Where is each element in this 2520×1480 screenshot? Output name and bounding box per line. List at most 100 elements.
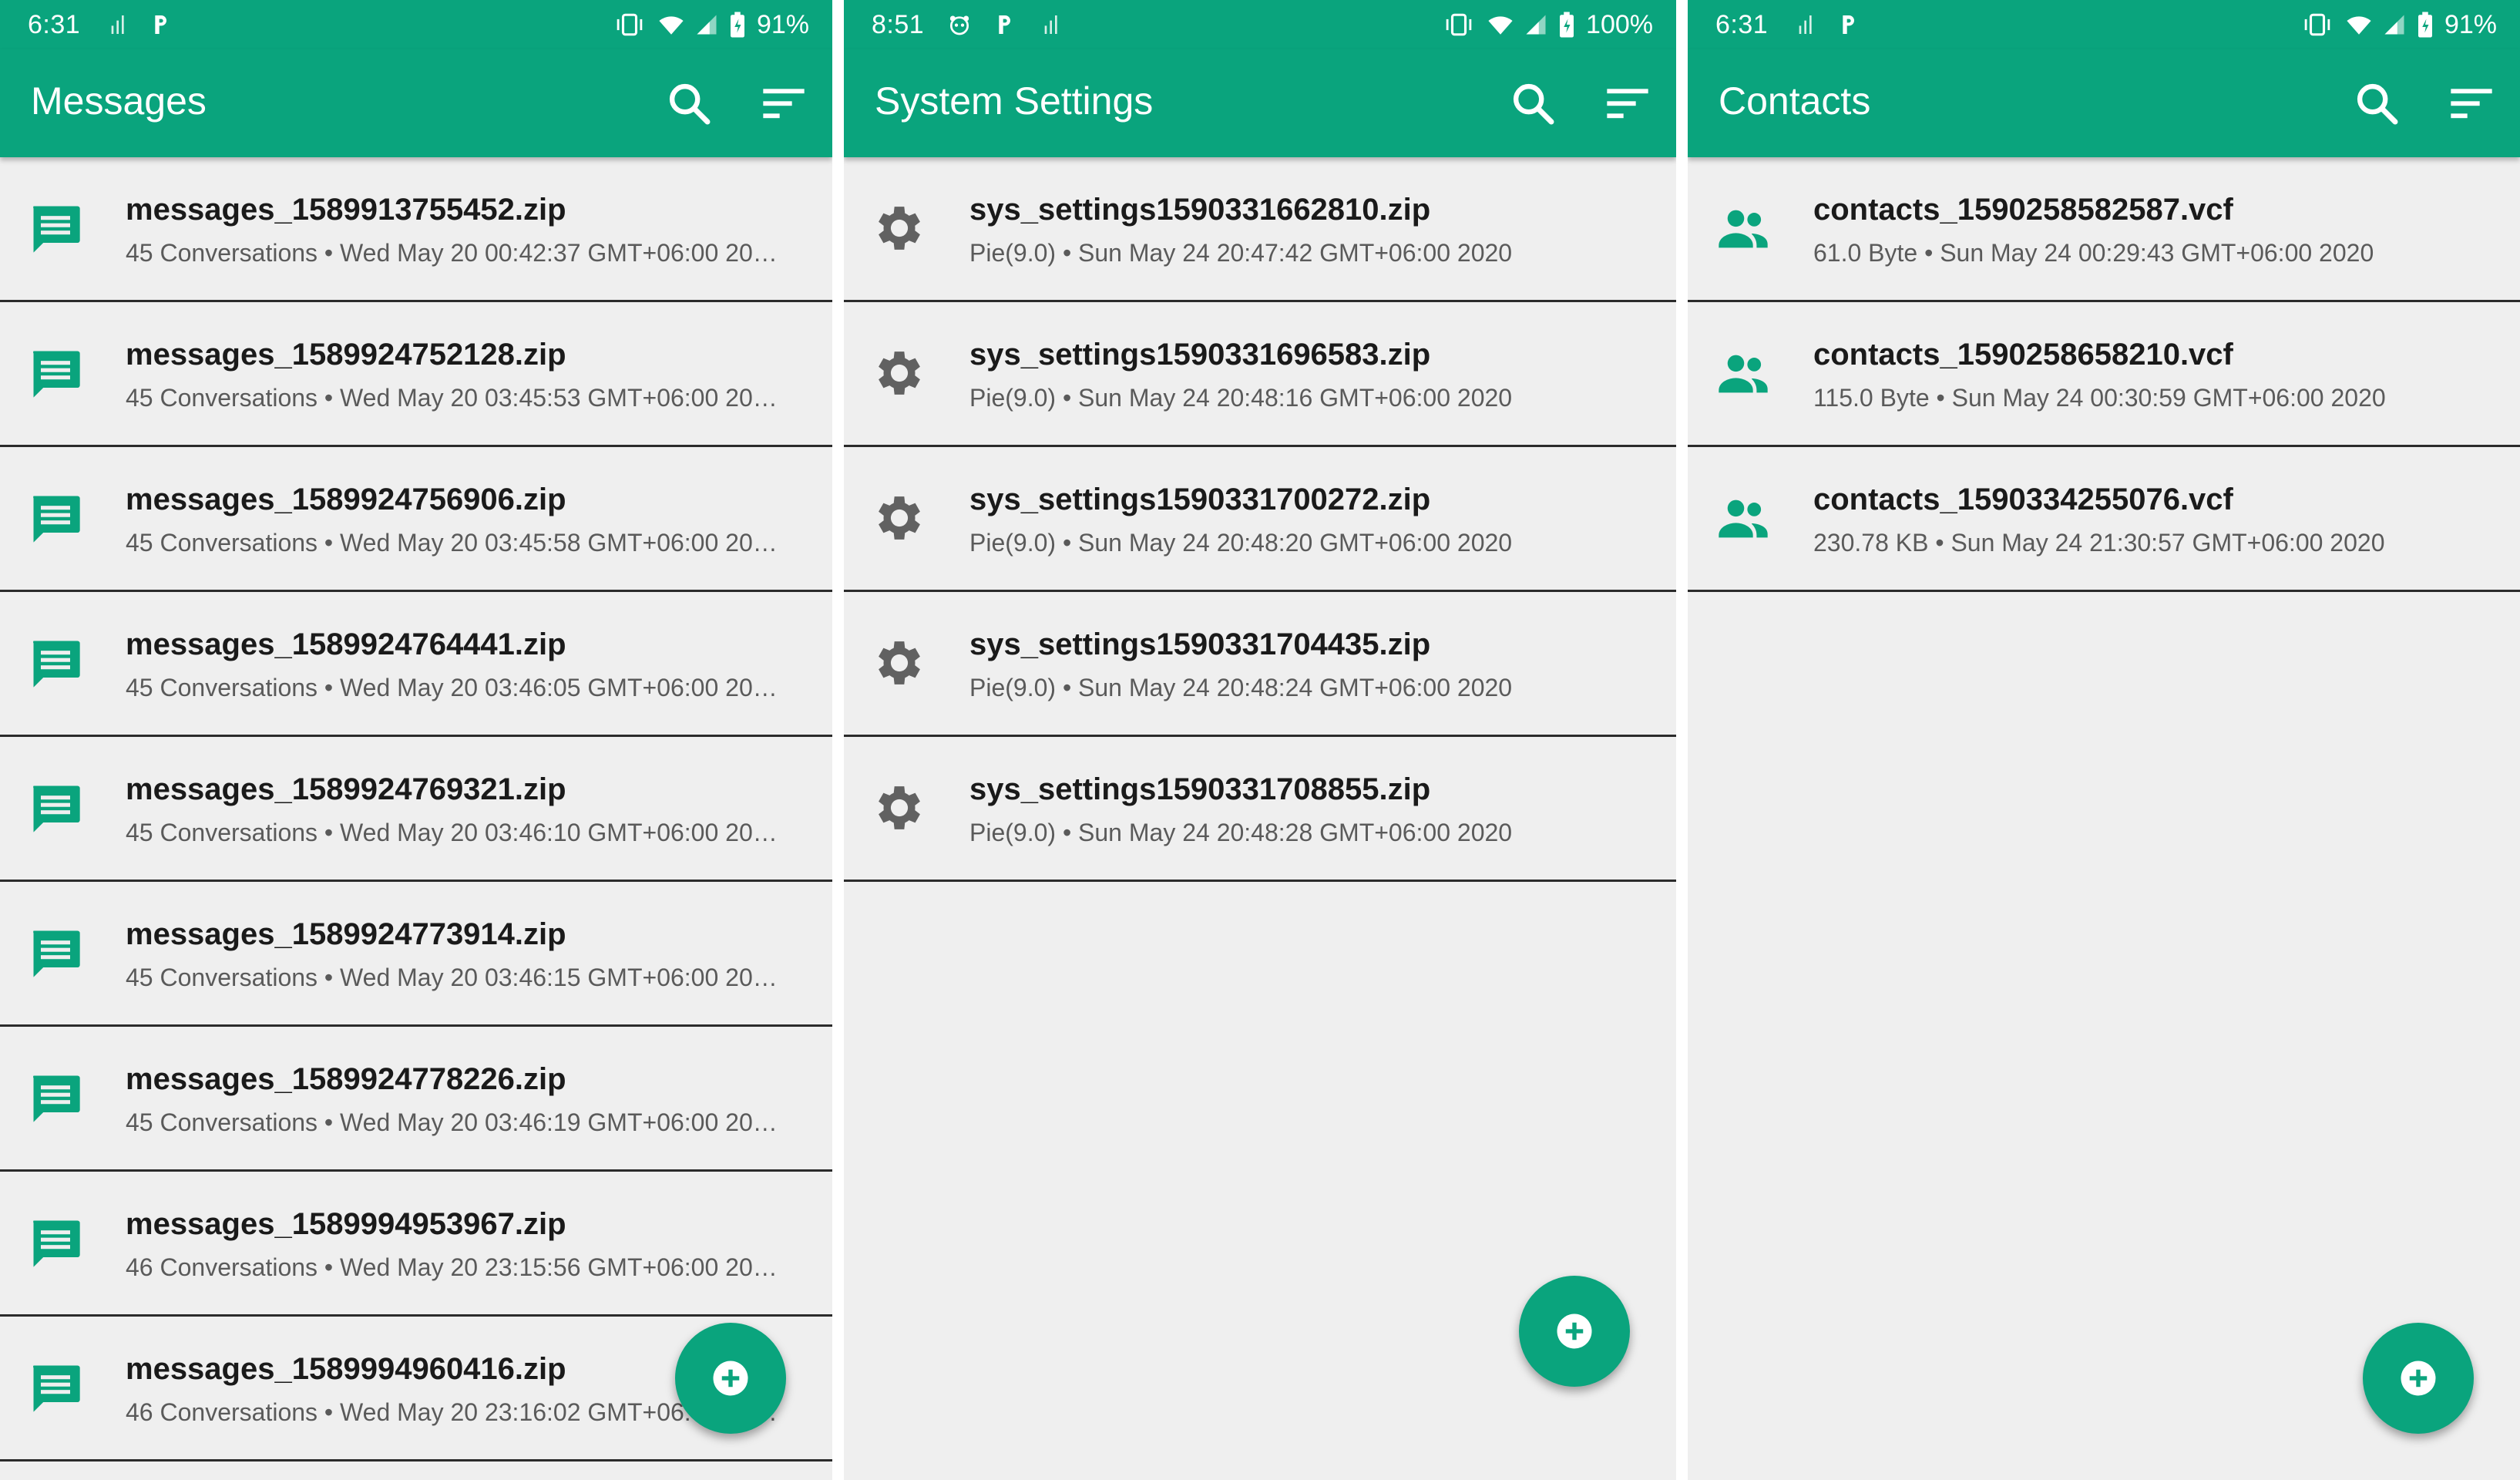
list-item[interactable]: messages_1589924778226.zip 45 Conversatio… bbox=[0, 1027, 832, 1172]
backup-list: contacts_1590258582587.vcf 61.0 Byte • Su… bbox=[1688, 157, 2520, 592]
list-item[interactable]: messages_1589913755452.zip 45 Conversatio… bbox=[0, 157, 832, 302]
message-icon bbox=[26, 199, 85, 257]
list-item[interactable]: sys_settings1590331704435.zip Pie(9.0) • … bbox=[844, 592, 1676, 737]
no-signal-icon bbox=[1044, 15, 1057, 34]
item-detail: 45 Conversations • Wed May 20 00:42:37 G… bbox=[126, 239, 778, 267]
list-item[interactable]: messages_1589924769321.zip 45 Conversatio… bbox=[0, 737, 832, 882]
contacts-screen: 6:31 91% Contacts contacts_1590258582587… bbox=[1688, 0, 2520, 1480]
sort-filter-icon[interactable] bbox=[759, 79, 808, 128]
item-detail: Pie(9.0) • Sun May 24 20:48:24 GMT+06:00… bbox=[969, 674, 1513, 701]
gear-icon bbox=[870, 634, 929, 692]
message-icon bbox=[26, 344, 85, 402]
status-time: 8:51 bbox=[872, 9, 925, 39]
vibrate-icon bbox=[2304, 13, 2330, 36]
item-detail: 230.78 KB • Sun May 24 21:30:57 GMT+06:0… bbox=[1813, 529, 2385, 557]
item-name: contacts_1590258582587.vcf bbox=[1813, 193, 2233, 227]
add-backup-button[interactable] bbox=[675, 1323, 786, 1434]
item-detail: 46 Conversations • Wed May 20 23:15:56 G… bbox=[126, 1253, 778, 1281]
item-name: messages_1589994953967.zip bbox=[126, 1207, 566, 1241]
item-name: sys_settings1590331708855.zip bbox=[969, 772, 1431, 806]
gear-icon bbox=[870, 199, 929, 257]
item-name: messages_1589924764441.zip bbox=[126, 627, 566, 661]
item-detail: 45 Conversations • Wed May 20 03:46:15 G… bbox=[126, 964, 778, 991]
list-item[interactable]: sys_settings1590331708855.zip Pie(9.0) • … bbox=[844, 737, 1676, 882]
cell-signal-icon bbox=[2384, 15, 2404, 35]
message-icon bbox=[26, 1358, 85, 1417]
message-icon bbox=[26, 923, 85, 982]
cell-signal-icon bbox=[1526, 15, 1546, 35]
page-title: Messages bbox=[31, 79, 207, 123]
item-detail: 45 Conversations • Wed May 20 03:45:53 G… bbox=[126, 384, 778, 412]
item-name: messages_1589913755452.zip bbox=[126, 193, 566, 227]
sort-filter-icon[interactable] bbox=[2447, 79, 2496, 128]
toolbar: Messages bbox=[0, 49, 832, 157]
page-title: System Settings bbox=[875, 79, 1154, 123]
battery-level: 100% bbox=[1586, 9, 1653, 39]
item-name: messages_1589924778226.zip bbox=[126, 1062, 566, 1096]
item-name: messages_1589924752128.zip bbox=[126, 338, 566, 372]
plus-icon bbox=[2397, 1357, 2439, 1399]
message-icon bbox=[26, 1213, 85, 1272]
gear-icon bbox=[870, 779, 929, 837]
list-item[interactable]: messages_1589924756906.zip 45 Conversatio… bbox=[0, 447, 832, 592]
item-name: messages_1589924756906.zip bbox=[126, 483, 566, 516]
list-item[interactable]: contacts_1590258658210.vcf 115.0 Byte • S… bbox=[1688, 302, 2520, 447]
item-detail: Pie(9.0) • Sun May 24 20:48:28 GMT+06:00… bbox=[969, 819, 1513, 846]
item-detail: 115.0 Byte • Sun May 24 00:30:59 GMT+06:… bbox=[1813, 384, 2386, 412]
people-icon bbox=[1714, 344, 1772, 402]
list-item[interactable]: sys_settings1590331662810.zip Pie(9.0) • … bbox=[844, 157, 1676, 302]
toolbar: System Settings bbox=[844, 49, 1676, 157]
item-name: sys_settings1590331700272.zip bbox=[969, 483, 1431, 516]
item-detail: 45 Conversations • Wed May 20 03:45:58 G… bbox=[126, 529, 778, 557]
panda-app-icon bbox=[950, 15, 969, 35]
item-name: messages_1589994960416.zip bbox=[126, 1352, 566, 1386]
sort-filter-icon[interactable] bbox=[1603, 79, 1652, 128]
message-icon bbox=[26, 1068, 85, 1127]
item-name: messages_1589924773914.zip bbox=[126, 917, 566, 951]
parking-app-icon bbox=[155, 15, 167, 34]
vibrate-icon bbox=[617, 13, 643, 36]
toolbar: Contacts bbox=[1688, 49, 2520, 157]
no-signal-icon bbox=[111, 15, 124, 34]
parking-app-icon bbox=[1843, 15, 1855, 34]
list-item[interactable]: messages_1589924773914.zip 45 Conversatio… bbox=[0, 882, 832, 1027]
item-detail: 45 Conversations • Wed May 20 03:46:05 G… bbox=[126, 674, 778, 701]
list-item[interactable]: messages_1589994953967.zip 46 Conversatio… bbox=[0, 1172, 832, 1317]
item-detail: 45 Conversations • Wed May 20 03:46:19 G… bbox=[126, 1108, 778, 1136]
people-icon bbox=[1714, 489, 1772, 547]
wifi-icon bbox=[2347, 16, 2371, 35]
gear-icon bbox=[870, 344, 929, 402]
search-icon[interactable] bbox=[1508, 79, 1557, 128]
list-item[interactable]: sys_settings1590331700272.zip Pie(9.0) • … bbox=[844, 447, 1676, 592]
add-backup-button[interactable] bbox=[1519, 1276, 1630, 1387]
battery-icon bbox=[730, 12, 744, 38]
backup-list: sys_settings1590331662810.zip Pie(9.0) • … bbox=[844, 157, 1676, 882]
search-icon[interactable] bbox=[2352, 79, 2401, 128]
status-bar: 6:31 91% bbox=[1688, 0, 2520, 49]
list-item[interactable]: contacts_1590258582587.vcf 61.0 Byte • Su… bbox=[1688, 157, 2520, 302]
battery-icon bbox=[2418, 12, 2432, 38]
item-name: contacts_1590258658210.vcf bbox=[1813, 338, 2233, 372]
item-name: sys_settings1590331696583.zip bbox=[969, 338, 1431, 372]
page-title: Contacts bbox=[1719, 79, 1871, 123]
item-name: sys_settings1590331704435.zip bbox=[969, 627, 1431, 661]
message-icon bbox=[26, 779, 85, 837]
item-detail: Pie(9.0) • Sun May 24 20:48:20 GMT+06:00… bbox=[969, 529, 1513, 557]
status-time: 6:31 bbox=[1715, 9, 1769, 39]
list-item[interactable]: sys_settings1590331696583.zip Pie(9.0) • … bbox=[844, 302, 1676, 447]
message-icon bbox=[26, 634, 85, 692]
parking-app-icon bbox=[999, 15, 1011, 34]
search-icon[interactable] bbox=[664, 79, 714, 128]
item-name: messages_1589924769321.zip bbox=[126, 772, 566, 806]
item-detail: Pie(9.0) • Sun May 24 20:48:16 GMT+06:00… bbox=[969, 384, 1513, 412]
list-item[interactable]: messages_1589924764441.zip 45 Conversatio… bbox=[0, 592, 832, 737]
vibrate-icon bbox=[1446, 13, 1472, 36]
item-name: contacts_1590334255076.vcf bbox=[1813, 483, 2233, 516]
plus-icon bbox=[710, 1357, 751, 1399]
backup-list: messages_1589913755452.zip 45 Conversatio… bbox=[0, 157, 832, 1462]
item-detail: Pie(9.0) • Sun May 24 20:47:42 GMT+06:00… bbox=[969, 239, 1513, 267]
list-item[interactable]: messages_1589924752128.zip 45 Conversatio… bbox=[0, 302, 832, 447]
add-backup-button[interactable] bbox=[2363, 1323, 2474, 1434]
item-detail: 61.0 Byte • Sun May 24 00:29:43 GMT+06:0… bbox=[1813, 239, 2374, 267]
list-item[interactable]: contacts_1590334255076.vcf 230.78 KB • Su… bbox=[1688, 447, 2520, 592]
